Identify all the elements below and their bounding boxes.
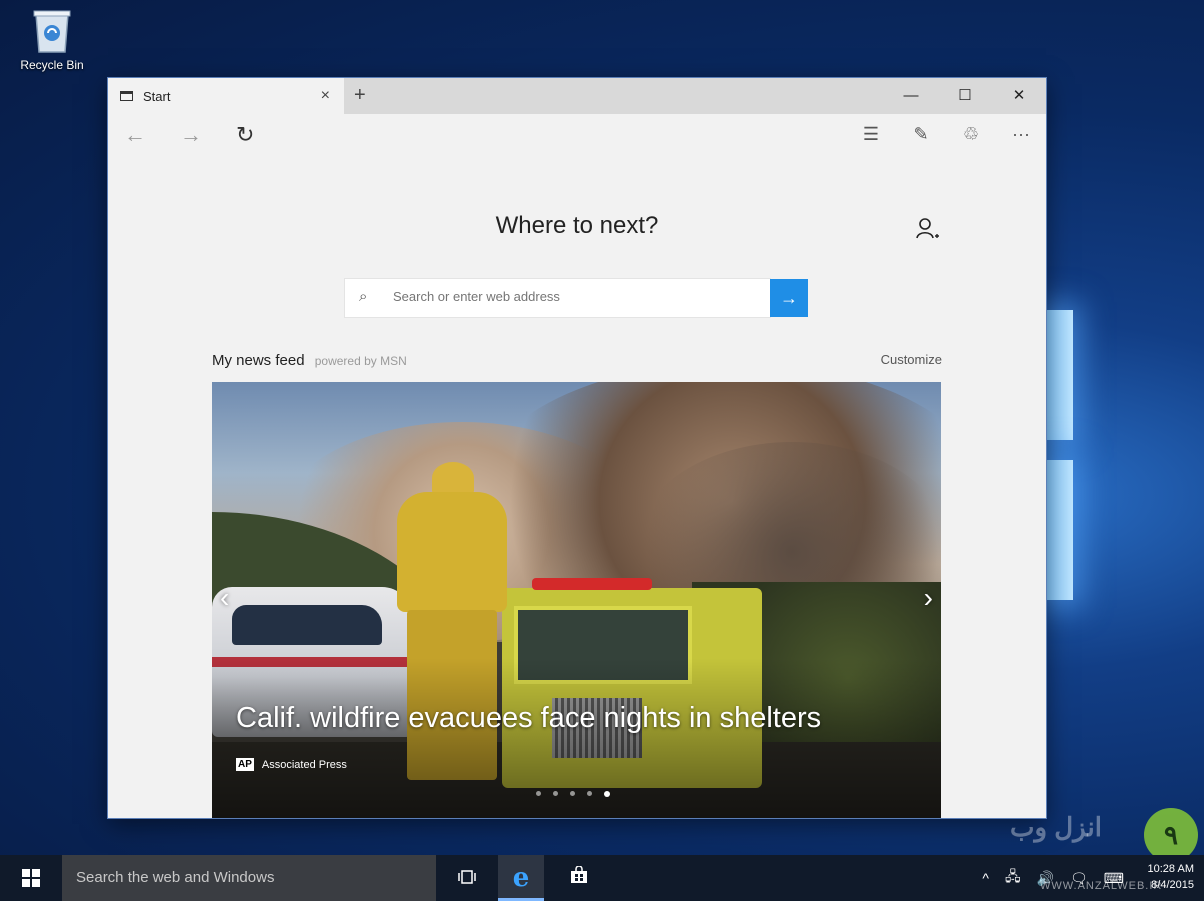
tab-start[interactable]: Start × — [108, 78, 344, 114]
store-icon[interactable] — [556, 855, 602, 901]
back-button[interactable]: ← — [124, 122, 146, 148]
powered-by-label: powered by MSN — [314, 354, 407, 368]
carousel-dot[interactable] — [536, 791, 541, 796]
news-feed-header: My news feed powered by MSN — [212, 352, 407, 369]
carousel-dot-active[interactable] — [604, 791, 610, 797]
system-tray: ^ 🖧 🔊 🗨 ⌨ — [982, 855, 1124, 901]
search-input[interactable] — [391, 288, 755, 305]
customize-link[interactable]: Customize — [881, 352, 942, 367]
watermark-url: WWW.ANZALWEB.IR — [1040, 880, 1163, 892]
tab-bar: Start × + — ☐ ✕ — [108, 78, 1046, 114]
maximize-button[interactable]: ☐ — [938, 78, 992, 114]
story-headline[interactable]: Calif. wildfire evacuees face nights in … — [236, 702, 821, 735]
story-source: AP Associated Press — [236, 758, 347, 771]
carousel-dot[interactable] — [553, 791, 558, 796]
carousel-dot[interactable] — [570, 791, 575, 796]
toolbar-right: ☰ ✎ ♲ ··· — [856, 124, 1036, 145]
watermark-logo: ٩ — [1144, 808, 1198, 862]
carousel-dots — [536, 791, 610, 797]
tab-page-icon — [120, 91, 133, 101]
ap-logo: AP — [236, 758, 254, 771]
watermark-text: انزل وب — [1010, 812, 1102, 842]
minimize-button[interactable]: — — [884, 78, 938, 114]
clock-time: 10:28 AM — [1147, 863, 1194, 875]
network-icon[interactable]: 🖧 — [1005, 866, 1021, 890]
page-heading: Where to next? — [495, 212, 659, 239]
new-tab-button[interactable]: + — [354, 84, 366, 107]
refresh-button[interactable]: ↻ — [236, 122, 254, 148]
web-note-button[interactable]: ✎ — [906, 124, 936, 145]
task-view-icon[interactable] — [444, 855, 490, 901]
windows-logo-glow — [1045, 310, 1073, 600]
carousel-dot[interactable] — [587, 791, 592, 796]
carousel-prev-button[interactable]: ‹ — [220, 582, 229, 614]
recycle-bin-icon — [32, 8, 72, 54]
forward-button[interactable]: → — [180, 122, 202, 148]
search-icon: ⌕ — [359, 288, 368, 305]
tab-title: Start — [143, 88, 171, 104]
close-button[interactable]: ✕ — [992, 78, 1046, 114]
more-button[interactable]: ··· — [1006, 124, 1036, 145]
navigation-bar: ← → ↻ ☰ ✎ ♲ ··· — [108, 114, 1046, 160]
search-field[interactable]: ⌕ — [345, 279, 770, 317]
recycle-bin-label: Recycle Bin — [20, 58, 84, 72]
share-button[interactable]: ♲ — [956, 124, 986, 145]
edge-taskbar-icon[interactable]: e — [498, 855, 544, 901]
recycle-bin[interactable]: Recycle Bin — [12, 8, 92, 72]
tab-close-button[interactable]: × — [321, 87, 330, 105]
person-icon[interactable] — [914, 216, 940, 248]
source-name: Associated Press — [261, 758, 347, 771]
search-go-button[interactable]: → — [770, 279, 808, 317]
taskbar-search-box[interactable]: Search the web and Windows — [62, 855, 436, 901]
start-button[interactable] — [22, 869, 40, 887]
start-page: Where to next? ⌕ → My news feed powered … — [108, 160, 1046, 818]
taskbar: Search the web and Windows e ^ 🖧 🔊 🗨 ⌨ 1… — [0, 855, 1204, 901]
carousel-next-button[interactable]: › — [924, 582, 933, 614]
edge-browser-window: Start × + — ☐ ✕ ← → ↻ ☰ ✎ ♲ ··· Where to… — [108, 78, 1046, 818]
window-controls: — ☐ ✕ — [884, 78, 1046, 114]
tray-chevron-icon[interactable]: ^ — [982, 870, 989, 886]
hub-button[interactable]: ☰ — [856, 124, 886, 145]
news-feed-title: My news feed — [212, 352, 305, 369]
news-carousel[interactable]: ‹ › Calif. wildfire evacuees face nights… — [212, 382, 941, 818]
